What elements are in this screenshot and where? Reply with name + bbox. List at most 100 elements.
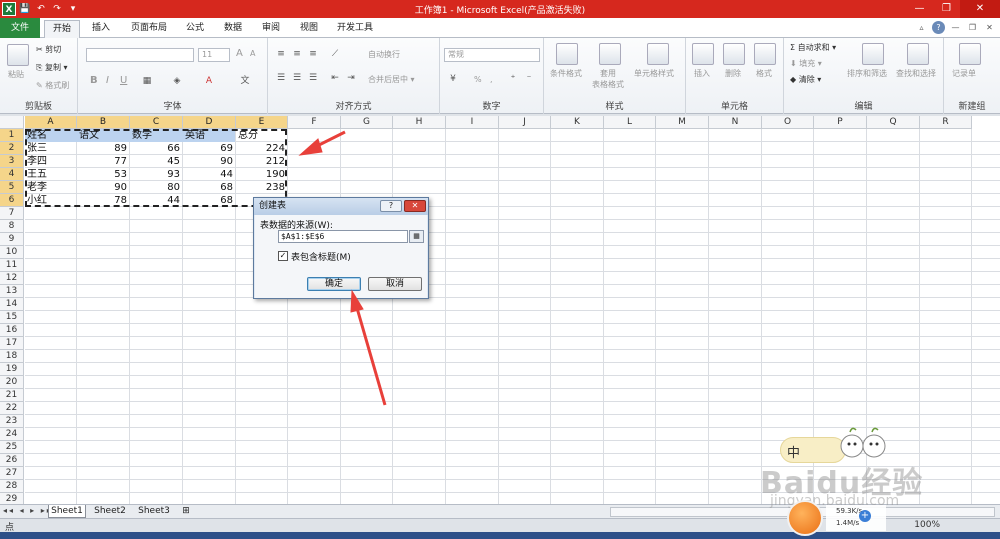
clear-button[interactable]: ◆ 清除 ▾ xyxy=(790,74,821,85)
row-header[interactable]: 19 xyxy=(0,363,24,376)
record-form-icon[interactable] xyxy=(959,43,981,65)
column-header[interactable]: L xyxy=(604,116,656,129)
align-middle-icon[interactable]: ≡ xyxy=(290,47,304,61)
row-header[interactable]: 1 xyxy=(0,129,24,142)
tab-insert[interactable]: 插入 xyxy=(84,20,118,38)
find-select-icon[interactable] xyxy=(907,43,929,65)
percent-button[interactable]: % xyxy=(474,75,482,84)
column-header[interactable]: R xyxy=(920,116,972,129)
row-header[interactable]: 16 xyxy=(0,324,24,337)
insert-sheet-icon[interactable]: ⊞ xyxy=(178,505,194,518)
row-header[interactable]: 5 xyxy=(0,181,24,194)
merge-center-button[interactable]: 合并后居中 ▾ xyxy=(368,74,415,85)
workbook-close-icon[interactable]: ✕ xyxy=(983,21,996,34)
close-button[interactable]: ✕ xyxy=(960,0,1000,18)
column-header[interactable]: J xyxy=(499,116,551,129)
column-header[interactable]: O xyxy=(762,116,814,129)
table-format-button[interactable]: 套用 表格格式 xyxy=(592,68,624,90)
ok-button[interactable]: 确定 xyxy=(307,277,361,291)
increase-indent-icon[interactable]: ⇥ xyxy=(344,71,358,85)
row-header[interactable]: 12 xyxy=(0,272,24,285)
decrease-decimal-icon[interactable]: ⁻ xyxy=(522,72,536,86)
wrap-text-button[interactable]: 自动换行 xyxy=(368,49,400,60)
column-header[interactable]: C xyxy=(130,116,183,129)
cell-styles-icon[interactable] xyxy=(647,43,669,65)
sheet-tab-1[interactable]: Sheet1 xyxy=(48,505,86,518)
comma-button[interactable]: , xyxy=(490,75,493,84)
sheet-tab-2[interactable]: Sheet2 xyxy=(90,505,130,518)
grow-font-button[interactable]: A xyxy=(236,48,243,59)
minimize-button[interactable]: — xyxy=(906,0,933,18)
record-form-button[interactable]: 记录单 xyxy=(952,68,976,79)
column-header[interactable]: F xyxy=(288,116,341,129)
row-header[interactable]: 3 xyxy=(0,155,24,168)
align-right-icon[interactable]: ☰ xyxy=(306,71,320,85)
select-all-corner[interactable] xyxy=(0,116,24,129)
dialog-close-button[interactable]: ✕ xyxy=(404,200,426,212)
shrink-font-button[interactable]: A xyxy=(250,49,255,58)
workbook-minimize-icon[interactable]: — xyxy=(949,21,962,34)
font-size-combo[interactable]: 11 xyxy=(198,48,230,62)
decrease-indent-icon[interactable]: ⇤ xyxy=(328,71,342,85)
help-icon[interactable]: ? xyxy=(932,21,945,34)
has-headers-label[interactable]: 表包含标题(M) xyxy=(291,250,351,263)
autosum-button[interactable]: Σ 自动求和 ▾ xyxy=(790,42,836,53)
tab-view[interactable]: 视图 xyxy=(292,20,326,38)
row-header[interactable]: 24 xyxy=(0,428,24,441)
conditional-format-button[interactable]: 条件格式 xyxy=(550,68,582,79)
row-header[interactable]: 10 xyxy=(0,246,24,259)
row-header[interactable]: 4 xyxy=(0,168,24,181)
format-cells-button[interactable]: 格式 xyxy=(756,68,772,79)
number-format-combo[interactable]: 常规 xyxy=(444,48,540,62)
cancel-button[interactable]: 取消 xyxy=(368,277,422,291)
increase-decimal-icon[interactable]: ⁺ xyxy=(506,72,520,86)
source-range-input[interactable]: $A$1:$E$6 xyxy=(278,230,408,243)
row-header[interactable]: 8 xyxy=(0,220,24,233)
format-cells-icon[interactable] xyxy=(754,43,776,65)
column-header[interactable]: I xyxy=(446,116,499,129)
conditional-format-icon[interactable] xyxy=(556,43,578,65)
find-select-button[interactable]: 查找和选择 xyxy=(896,68,936,79)
delete-cells-icon[interactable] xyxy=(723,43,745,65)
column-header[interactable]: A xyxy=(25,116,77,129)
tab-formulas[interactable]: 公式 xyxy=(178,20,212,38)
align-bottom-icon[interactable]: ≡ xyxy=(306,47,320,61)
row-header[interactable]: 27 xyxy=(0,467,24,480)
font-color-icon[interactable]: A xyxy=(202,74,216,88)
column-header[interactable]: H xyxy=(393,116,446,129)
border-icon[interactable]: ▦ xyxy=(140,74,154,88)
sort-filter-icon[interactable] xyxy=(862,43,884,65)
has-headers-checkbox[interactable]: ✓ xyxy=(278,251,288,261)
paste-icon[interactable] xyxy=(7,44,29,66)
sheet-tab-3[interactable]: Sheet3 xyxy=(134,505,174,518)
add-icon[interactable]: + xyxy=(859,510,871,522)
phonetic-icon[interactable]: 文 xyxy=(238,74,252,88)
row-header[interactable]: 21 xyxy=(0,389,24,402)
column-header[interactable]: K xyxy=(551,116,604,129)
row-header[interactable]: 23 xyxy=(0,415,24,428)
row-header[interactable]: 18 xyxy=(0,350,24,363)
row-header[interactable]: 7 xyxy=(0,207,24,220)
row-header[interactable]: 20 xyxy=(0,376,24,389)
workbook-restore-icon[interactable]: ❐ xyxy=(966,21,979,34)
cell-styles-button[interactable]: 单元格样式 xyxy=(634,68,674,79)
table-format-icon[interactable] xyxy=(599,43,621,65)
italic-button[interactable]: I xyxy=(106,75,109,86)
insert-cells-button[interactable]: 插入 xyxy=(694,68,710,79)
row-header[interactable]: 28 xyxy=(0,480,24,493)
row-header[interactable]: 25 xyxy=(0,441,24,454)
copy-button[interactable]: ⎘ 复制 ▾ xyxy=(36,62,68,73)
delete-cells-button[interactable]: 删除 xyxy=(725,68,741,79)
range-picker-icon[interactable]: ▦ xyxy=(409,230,424,243)
tab-review[interactable]: 审阅 xyxy=(254,20,288,38)
row-header[interactable]: 17 xyxy=(0,337,24,350)
format-painter-button[interactable]: ✎ 格式刷 xyxy=(36,80,69,91)
column-header[interactable]: B xyxy=(77,116,130,129)
tab-developer[interactable]: 开发工具 xyxy=(332,20,378,38)
minimize-ribbon-icon[interactable]: ▵ xyxy=(915,21,928,34)
align-center-icon[interactable]: ☰ xyxy=(290,71,304,85)
orientation-icon[interactable]: ⟋ xyxy=(328,47,342,61)
row-header[interactable]: 2 xyxy=(0,142,24,155)
tab-file[interactable]: 文件 xyxy=(0,18,40,38)
font-name-combo[interactable] xyxy=(86,48,194,62)
